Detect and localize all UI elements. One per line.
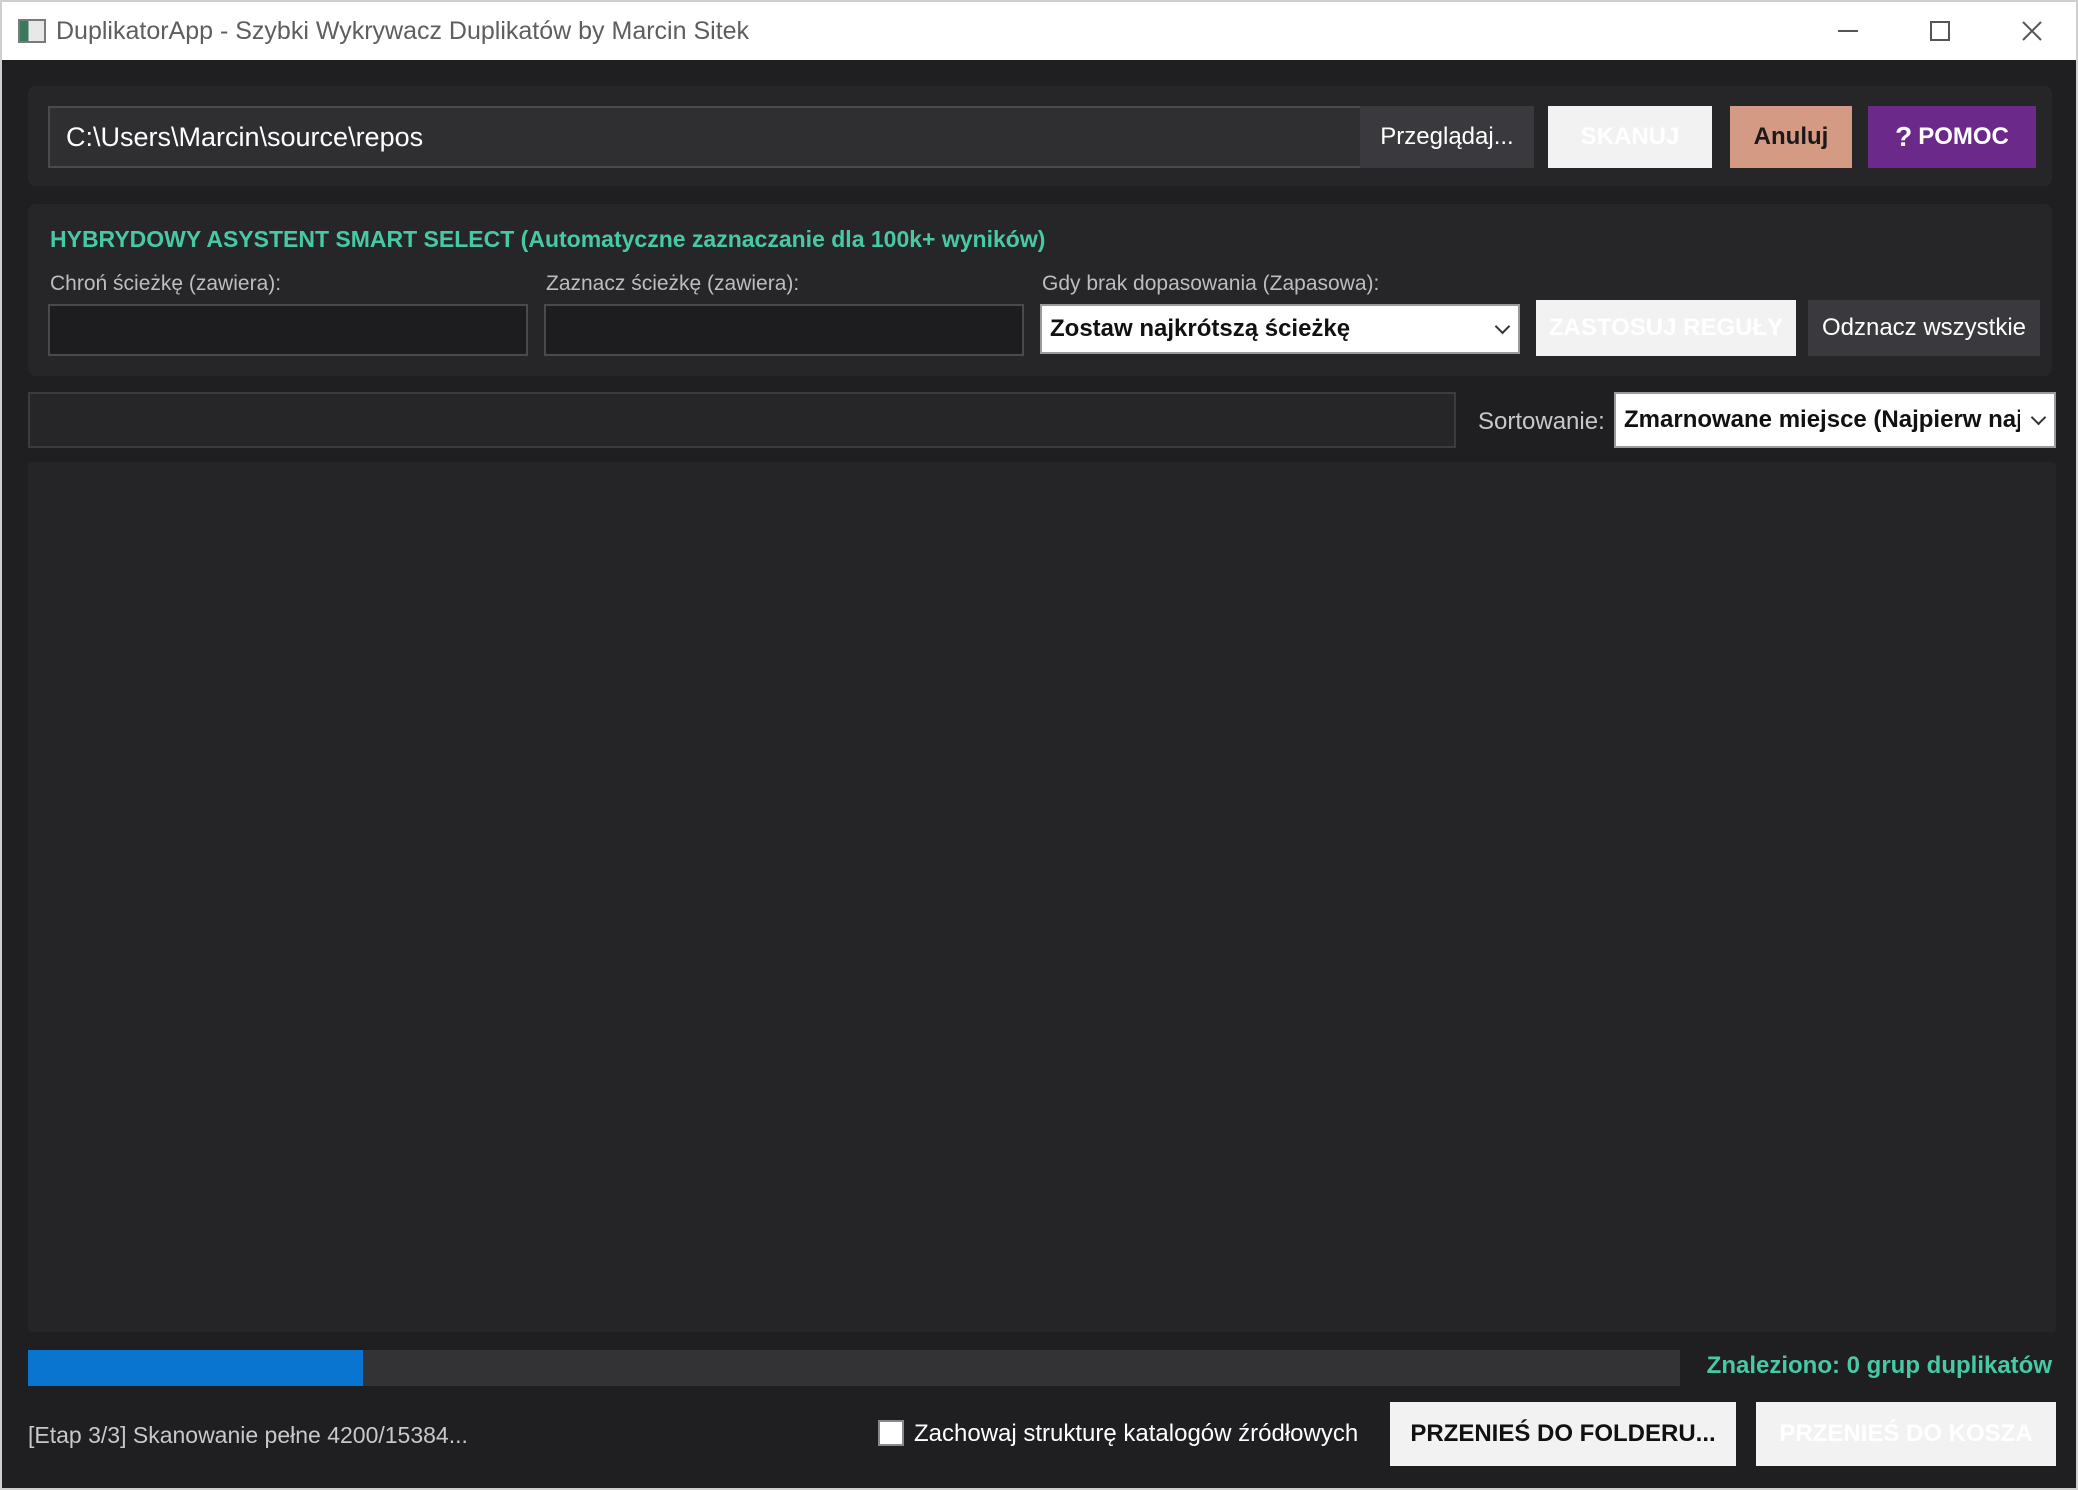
title-bar[interactable]: DuplikatorApp - Szybki Wykrywacz Duplika… xyxy=(2,2,2076,60)
keep-structure-label[interactable]: Zachowaj strukturę katalogów źródłowych xyxy=(914,1420,1358,1448)
smart-select-panel: HYBRYDOWY ASYSTENT SMART SELECT (Automat… xyxy=(28,204,2052,376)
unmark-all-button[interactable]: Odznacz wszystkie xyxy=(1808,300,2040,356)
smart-select-title: HYBRYDOWY ASYSTENT SMART SELECT (Automat… xyxy=(50,226,1046,252)
browse-button[interactable]: Przeglądaj... xyxy=(1360,106,1534,168)
mark-path-input[interactable] xyxy=(544,304,1024,356)
filter-input[interactable] xyxy=(28,392,1456,448)
protect-path-label: Chroń ścieżkę (zawiera): xyxy=(50,272,282,295)
maximize-icon xyxy=(1930,21,1950,41)
status-text: [Etap 3/3] Skanowanie pełne 4200/15384..… xyxy=(28,1422,468,1448)
path-input[interactable] xyxy=(48,106,1370,168)
chevron-down-icon xyxy=(2030,409,2047,426)
minimize-icon xyxy=(1838,30,1858,32)
sort-label: Sortowanie: xyxy=(1478,408,1605,435)
fallback-label: Gdy brak dopasowania (Zapasowa): xyxy=(1042,272,1380,295)
window-title: DuplikatorApp - Szybki Wykrywacz Duplika… xyxy=(56,17,750,45)
close-button[interactable] xyxy=(1986,2,2078,60)
progress-bar xyxy=(28,1350,1680,1386)
fallback-select[interactable]: Zostaw najkrótszą ścieżkę xyxy=(1040,304,1520,354)
move-to-trash-button[interactable]: PRZENIEŚ DO KOSZA xyxy=(1756,1402,2056,1466)
sort-select-value: Zmarnowane miejsce (Najpierw największe) xyxy=(1624,406,2020,433)
app-window: DuplikatorApp - Szybki Wykrywacz Duplika… xyxy=(0,0,2078,1490)
app-icon xyxy=(18,19,46,43)
protect-path-input[interactable] xyxy=(48,304,528,356)
maximize-button[interactable] xyxy=(1894,2,1986,60)
minimize-button[interactable] xyxy=(1802,2,1894,60)
sort-select[interactable]: Zmarnowane miejsce (Najpierw największe) xyxy=(1614,392,2056,448)
path-toolbar: Przeglądaj... SKANUJ Anuluj ? POMOC xyxy=(28,86,2052,186)
keep-structure-checkbox[interactable] xyxy=(878,1420,904,1446)
progress-fill xyxy=(28,1350,364,1386)
fallback-select-value: Zostaw najkrótszą ścieżkę xyxy=(1050,315,1351,342)
mark-path-label: Zaznacz ścieżkę (zawiera): xyxy=(546,272,800,295)
apply-rules-button[interactable]: ZASTOSUJ REGUŁY xyxy=(1536,300,1796,356)
help-button[interactable]: ? POMOC xyxy=(1868,106,2036,168)
cancel-button[interactable]: Anuluj xyxy=(1730,106,1852,168)
found-count: Znaleziono: 0 grup duplikatów xyxy=(1706,1352,2052,1379)
help-label: POMOC xyxy=(1918,123,2009,150)
move-to-folder-button[interactable]: PRZENIEŚ DO FOLDERU... xyxy=(1390,1402,1736,1466)
question-icon: ? xyxy=(1895,121,1913,152)
results-list[interactable] xyxy=(28,462,2056,1332)
scan-button[interactable]: SKANUJ xyxy=(1548,106,1712,168)
chevron-down-icon xyxy=(1494,318,1511,335)
close-icon xyxy=(2022,21,2042,41)
